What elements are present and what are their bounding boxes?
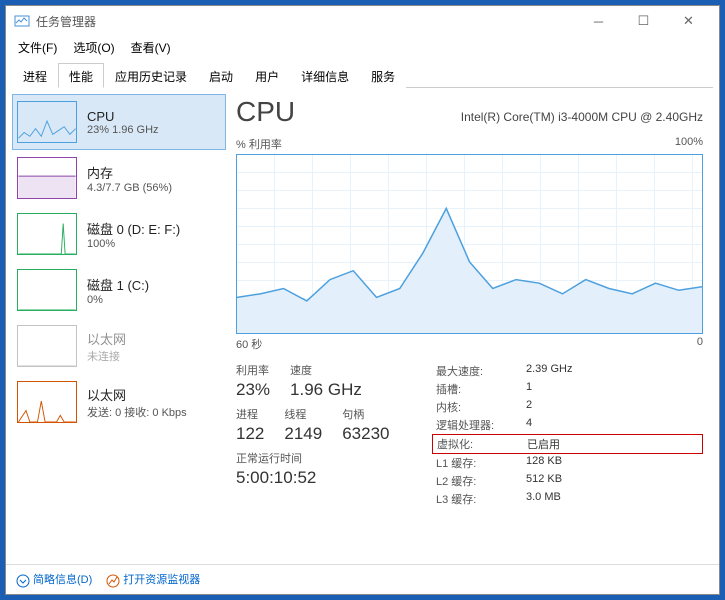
tab-0[interactable]: 进程 [12,63,58,88]
chevron-down-icon [16,574,30,588]
tab-3[interactable]: 启动 [198,63,244,88]
minimize-button[interactable]: ─ [576,7,621,35]
detail-row-6: L2 缓存:512 KB [436,472,703,490]
chart-xright: 0 [697,336,703,352]
tab-6[interactable]: 服务 [360,63,406,88]
menu-file[interactable]: 文件(F) [10,37,65,58]
tab-5[interactable]: 详细信息 [290,63,360,88]
menu-view[interactable]: 查看(V) [123,37,179,58]
summary-link[interactable]: 简略信息(D) [16,571,92,587]
cpu-title: CPU [236,96,295,128]
footer: 简略信息(D) 打开资源监视器 [6,564,719,594]
util-label: 利用率 [236,362,270,378]
sidebar-item-5[interactable]: 以太网发送: 0 接收: 0 Kbps [12,374,226,430]
titlebar[interactable]: 任务管理器 ─ ☐ ✕ [6,6,719,36]
proc-label: 进程 [236,406,264,422]
sidebar-item-2[interactable]: 磁盘 0 (D: E: F:)100% [12,206,226,262]
menubar: 文件(F) 选项(O) 查看(V) [6,36,719,58]
detail-row-0: 最大速度:2.39 GHz [436,362,703,380]
sidebar-item-3[interactable]: 磁盘 1 (C:)0% [12,262,226,318]
uptime-value: 5:00:10:52 [236,468,436,488]
cpu-chart[interactable] [236,154,703,334]
tab-4[interactable]: 用户 [244,63,290,88]
sidebar-item-1[interactable]: 内存4.3/7.7 GB (56%) [12,150,226,206]
detail-row-4: 虚拟化:已启用 [432,434,703,454]
chart-xleft: 60 秒 [236,336,262,352]
threads-label: 线程 [284,406,322,422]
sidebar: CPU23% 1.96 GHz内存4.3/7.7 GB (56%)磁盘 0 (D… [6,88,226,564]
close-button[interactable]: ✕ [666,7,711,35]
handles-value: 63230 [342,424,389,444]
tabbar: 进程性能应用历史记录启动用户详细信息服务 [12,62,713,88]
proc-value: 122 [236,424,264,444]
detail-row-3: 逻辑处理器:4 [436,416,703,434]
content: CPU23% 1.96 GHz内存4.3/7.7 GB (56%)磁盘 0 (D… [6,88,719,564]
stats: 利用率 23% 速度 1.96 GHz 进程 122 线程 2149 句柄 63230 正… [236,362,703,508]
detail-row-2: 内核:2 [436,398,703,416]
tab-2[interactable]: 应用历史记录 [104,63,198,88]
main-panel: CPU Intel(R) Core(TM) i3-4000M CPU @ 2.4… [226,88,719,564]
menu-options[interactable]: 选项(O) [65,37,122,58]
detail-row-7: L3 缓存:3.0 MB [436,490,703,508]
window-title: 任务管理器 [36,13,96,30]
chart-ymax: 100% [675,136,703,152]
sidebar-item-0[interactable]: CPU23% 1.96 GHz [12,94,226,150]
speed-label: 速度 [290,362,362,378]
uptime-label: 正常运行时间 [236,450,436,466]
resmon-icon [106,574,120,588]
util-value: 23% [236,380,270,400]
detail-row-5: L1 缓存:128 KB [436,454,703,472]
resmon-link[interactable]: 打开资源监视器 [106,571,200,587]
details-list: 最大速度:2.39 GHz插槽:1内核:2逻辑处理器:4虚拟化:已启用L1 缓存… [436,362,703,508]
detail-row-1: 插槽:1 [436,380,703,398]
sidebar-item-4[interactable]: 以太网未连接 [12,318,226,374]
cpu-model: Intel(R) Core(TM) i3-4000M CPU @ 2.40GHz [461,110,703,124]
threads-value: 2149 [284,424,322,444]
maximize-button[interactable]: ☐ [621,7,666,35]
app-icon [14,13,30,29]
handles-label: 句柄 [342,406,389,422]
speed-value: 1.96 GHz [290,380,362,400]
tab-1[interactable]: 性能 [58,63,104,88]
chart-ylabel: % 利用率 [236,136,282,152]
task-manager-window: 任务管理器 ─ ☐ ✕ 文件(F) 选项(O) 查看(V) 进程性能应用历史记录… [5,5,720,595]
